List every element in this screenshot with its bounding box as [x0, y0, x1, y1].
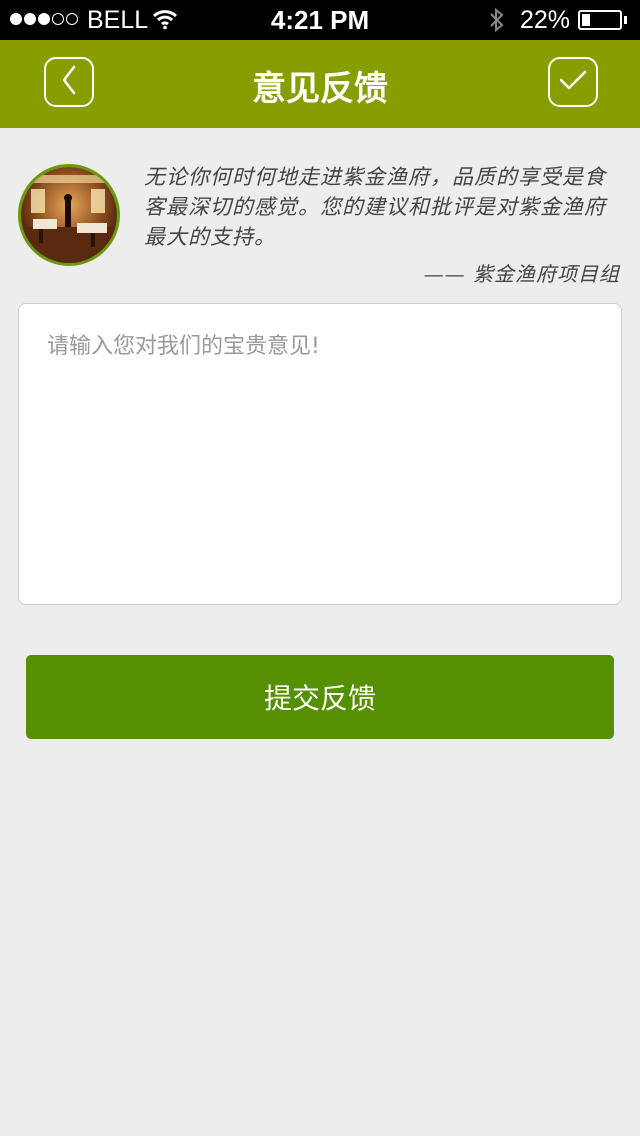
battery-percent: 22%: [520, 6, 571, 34]
chevron-left-icon: [59, 64, 79, 100]
battery-icon: [578, 10, 622, 30]
back-button[interactable]: [44, 57, 94, 107]
intro-section: 无论你何时何地走进紫金渔府，品质的享受是食客最深切的感觉。您的建议和批评是对紫金…: [0, 150, 640, 290]
status-bar: BELL 4:21 PM 22%: [0, 0, 640, 40]
signal-strength-icon: [10, 13, 78, 27]
feedback-input[interactable]: [19, 304, 621, 604]
submit-feedback-button[interactable]: 提交反馈: [26, 655, 614, 739]
nav-bar: 意见反馈: [0, 40, 640, 128]
intro-text: 无论你何时何地走进紫金渔府，品质的享受是食客最深切的感觉。您的建议和批评是对紫金…: [144, 165, 606, 249]
bluetooth-icon: [488, 6, 506, 41]
feedback-box: [18, 303, 622, 605]
wifi-icon: [152, 8, 178, 37]
restaurant-avatar: [18, 164, 120, 266]
page-title: 意见反馈: [252, 69, 388, 109]
confirm-button[interactable]: [548, 57, 598, 107]
battery-level-fill: [582, 14, 590, 26]
carrier-name: BELL: [87, 6, 149, 34]
checkmark-icon: [557, 67, 589, 97]
signature: —— 紫金渔府项目组: [423, 262, 620, 286]
submit-label: 提交反馈: [263, 682, 376, 715]
battery-nub: [624, 16, 627, 24]
